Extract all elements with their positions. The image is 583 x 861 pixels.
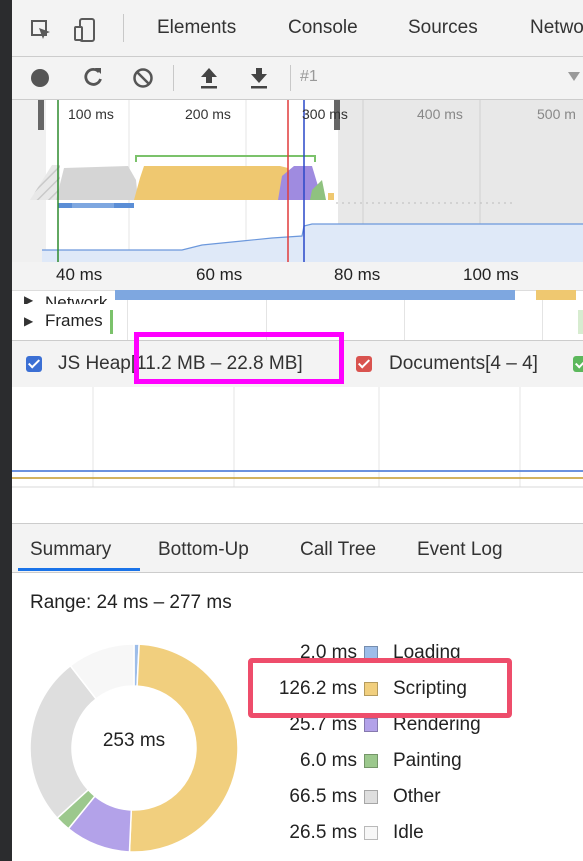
detail-time-ruler: 40 ms 60 ms 80 ms 100 ms xyxy=(12,262,583,291)
documents-label[interactable]: Documents[4 – 4] xyxy=(389,353,538,375)
ruler-tick: 40 ms xyxy=(56,265,103,284)
reload-icon[interactable] xyxy=(82,66,104,88)
memory-graph xyxy=(12,387,583,488)
legend-name: Idle xyxy=(393,822,424,843)
devtools-panel: Elements Console Sources Netwo #1 100 ms… xyxy=(12,0,583,861)
timeline-overview[interactable]: 100 ms 200 ms 300 ms 400 ms 500 m xyxy=(12,100,583,262)
network-track[interactable]: ▶ Network xyxy=(12,290,583,304)
ruler-tick: 80 ms xyxy=(334,265,381,284)
legend-swatch xyxy=(364,754,378,768)
overview-tick: 300 ms xyxy=(302,106,348,122)
legend-swatch xyxy=(364,718,378,732)
legend-value: 26.5 ms xyxy=(289,822,357,843)
load-profile-icon[interactable] xyxy=(198,66,220,90)
tab-elements[interactable]: Elements xyxy=(157,17,236,39)
overview-tick: 200 ms xyxy=(185,106,231,122)
legend-value: 6.0 ms xyxy=(299,750,357,771)
overview-tick: 100 ms xyxy=(68,106,114,122)
frame-marker xyxy=(110,310,113,334)
ruler-tick: 100 ms xyxy=(463,265,519,284)
scripting-highlight xyxy=(248,658,512,718)
documents-checkbox[interactable] xyxy=(356,356,372,372)
save-profile-icon[interactable] xyxy=(248,66,270,90)
selected-range: Range: 24 ms – 277 ms xyxy=(30,592,232,613)
frames-track-label: Frames xyxy=(45,311,103,330)
recording-selector[interactable]: #1 xyxy=(300,68,318,86)
legend-swatch xyxy=(364,826,378,840)
legend-row-other: 66.5 ms Other xyxy=(240,782,540,812)
record-icon[interactable] xyxy=(30,68,50,88)
details-tabs: Summary Bottom-Up Call Tree Event Log xyxy=(12,523,583,573)
devtools-tab-bar: Elements Console Sources Netwo xyxy=(12,0,583,57)
ruler-tick: 60 ms xyxy=(196,265,243,284)
js-heap-highlight xyxy=(134,332,344,384)
tab-bottom-up[interactable]: Bottom-Up xyxy=(158,539,249,561)
inspect-element-icon[interactable] xyxy=(30,19,52,41)
overview-tick: 400 ms xyxy=(417,106,463,122)
tab-summary[interactable]: Summary xyxy=(30,539,111,561)
legend-name: Painting xyxy=(393,750,462,771)
network-track-label: Network xyxy=(45,293,108,304)
frame-marker xyxy=(578,310,583,334)
tab-sources[interactable]: Sources xyxy=(408,17,478,39)
network-request-bar[interactable] xyxy=(536,290,576,300)
clear-icon[interactable] xyxy=(132,67,154,89)
expand-triangle-icon[interactable]: ▶ xyxy=(24,314,33,328)
tab-event-log[interactable]: Event Log xyxy=(417,539,503,561)
tab-console[interactable]: Console xyxy=(288,17,358,39)
active-tab-indicator xyxy=(18,568,140,571)
memory-chart xyxy=(12,387,583,522)
legend-swatch xyxy=(364,790,378,804)
legend-row-idle: 26.5 ms Idle xyxy=(240,818,540,848)
legend-value: 66.5 ms xyxy=(289,786,357,807)
nodes-checkbox[interactable] xyxy=(573,356,583,372)
tab-network[interactable]: Netwo xyxy=(530,17,583,39)
js-heap-checkbox[interactable] xyxy=(26,356,42,372)
expand-triangle-icon[interactable]: ▶ xyxy=(24,293,33,304)
donut-total: 253 ms xyxy=(102,730,166,751)
performance-toolbar: #1 xyxy=(12,57,583,100)
legend-row-painting: 6.0 ms Painting xyxy=(240,746,540,776)
network-request-bar[interactable] xyxy=(115,290,515,300)
legend-name: Other xyxy=(393,786,441,807)
triangle-down-icon[interactable] xyxy=(568,72,580,82)
tab-call-tree[interactable]: Call Tree xyxy=(300,539,376,561)
documents-range: [4 – 4] xyxy=(485,353,538,374)
overview-tick: 500 m xyxy=(537,106,576,122)
device-toolbar-icon[interactable] xyxy=(74,17,98,43)
overview-graph xyxy=(12,100,583,262)
